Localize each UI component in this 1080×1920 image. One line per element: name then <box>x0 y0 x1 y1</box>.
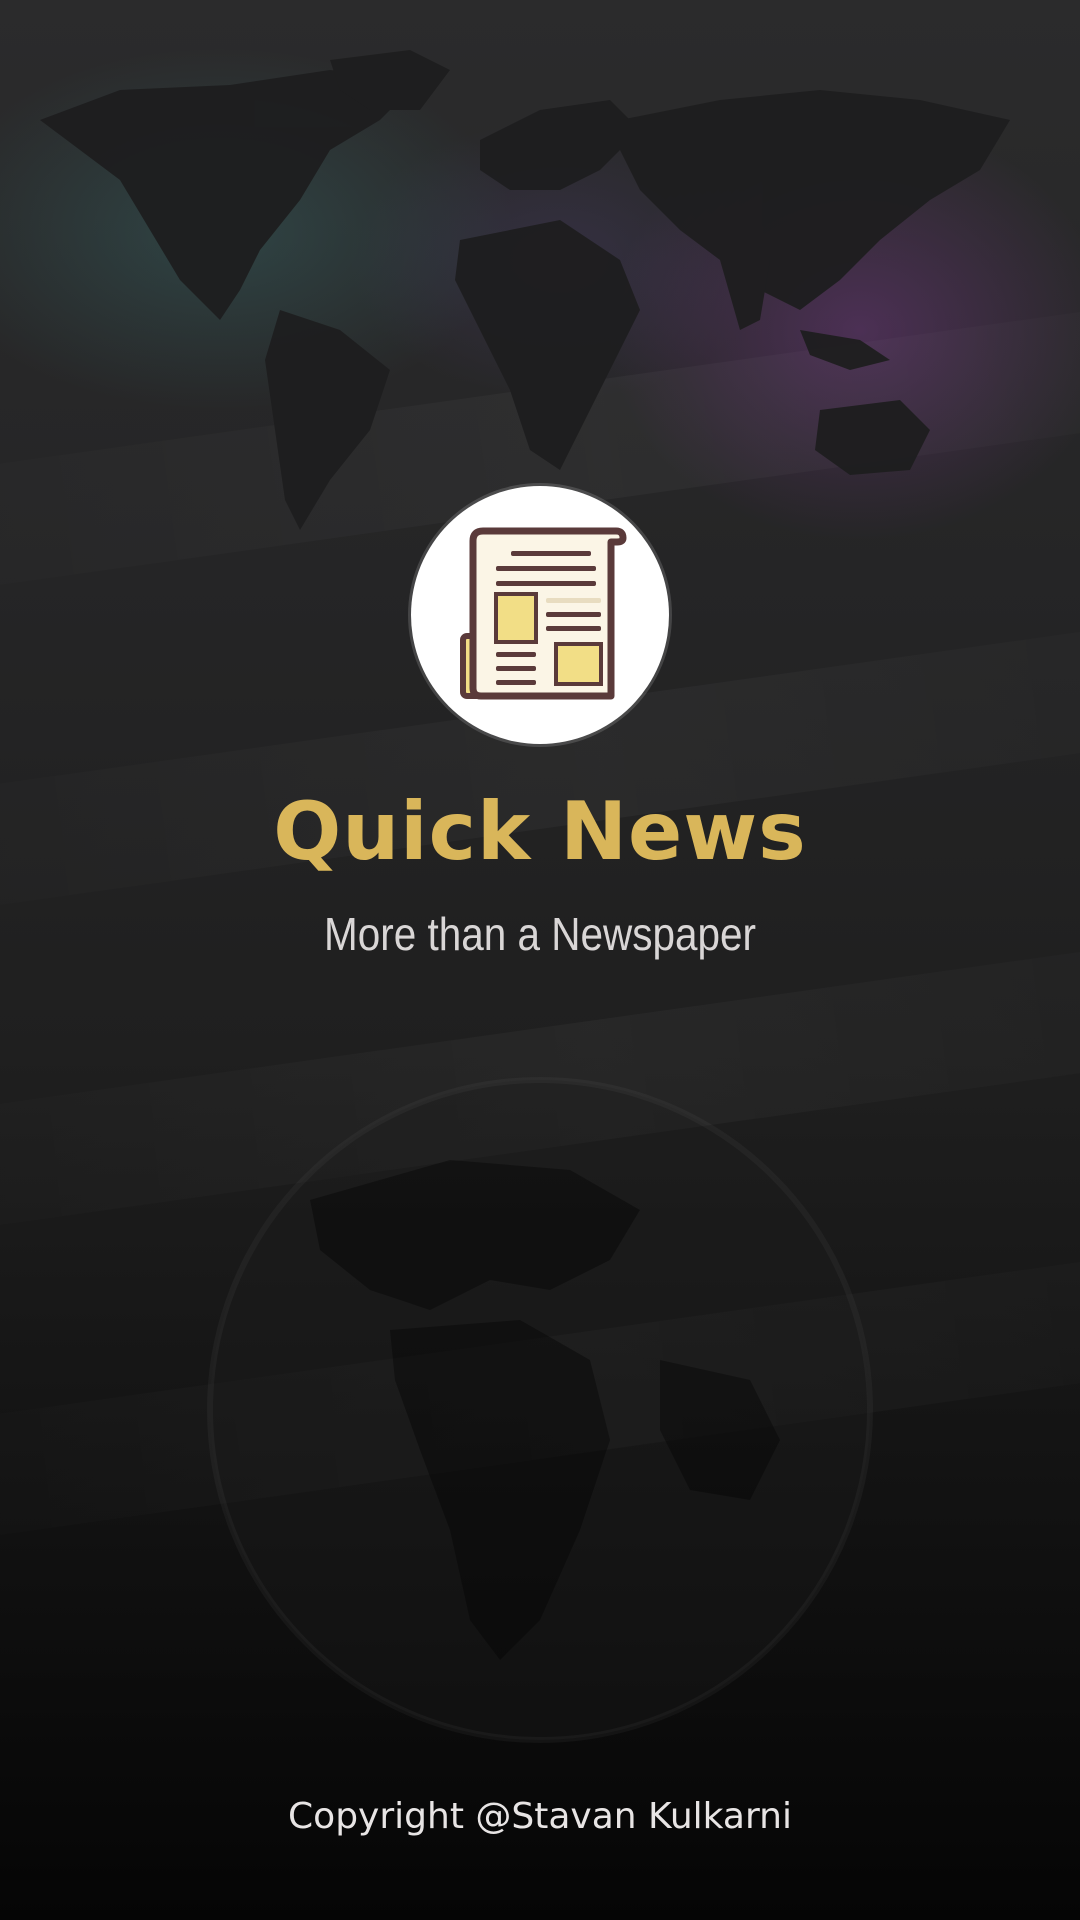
copyright-text: Copyright @Stavan Kulkarni <box>288 1796 792 1837</box>
app-title: Quick News <box>273 785 807 878</box>
app-logo <box>411 486 669 744</box>
world-map-background <box>40 50 1010 530</box>
newspaper-icon <box>460 527 627 700</box>
globe-background <box>207 1077 873 1743</box>
app-tagline: More than a Newspaper <box>323 908 757 960</box>
splash-screen: Quick News More than a Newspaper Copyrig… <box>0 0 1080 1920</box>
